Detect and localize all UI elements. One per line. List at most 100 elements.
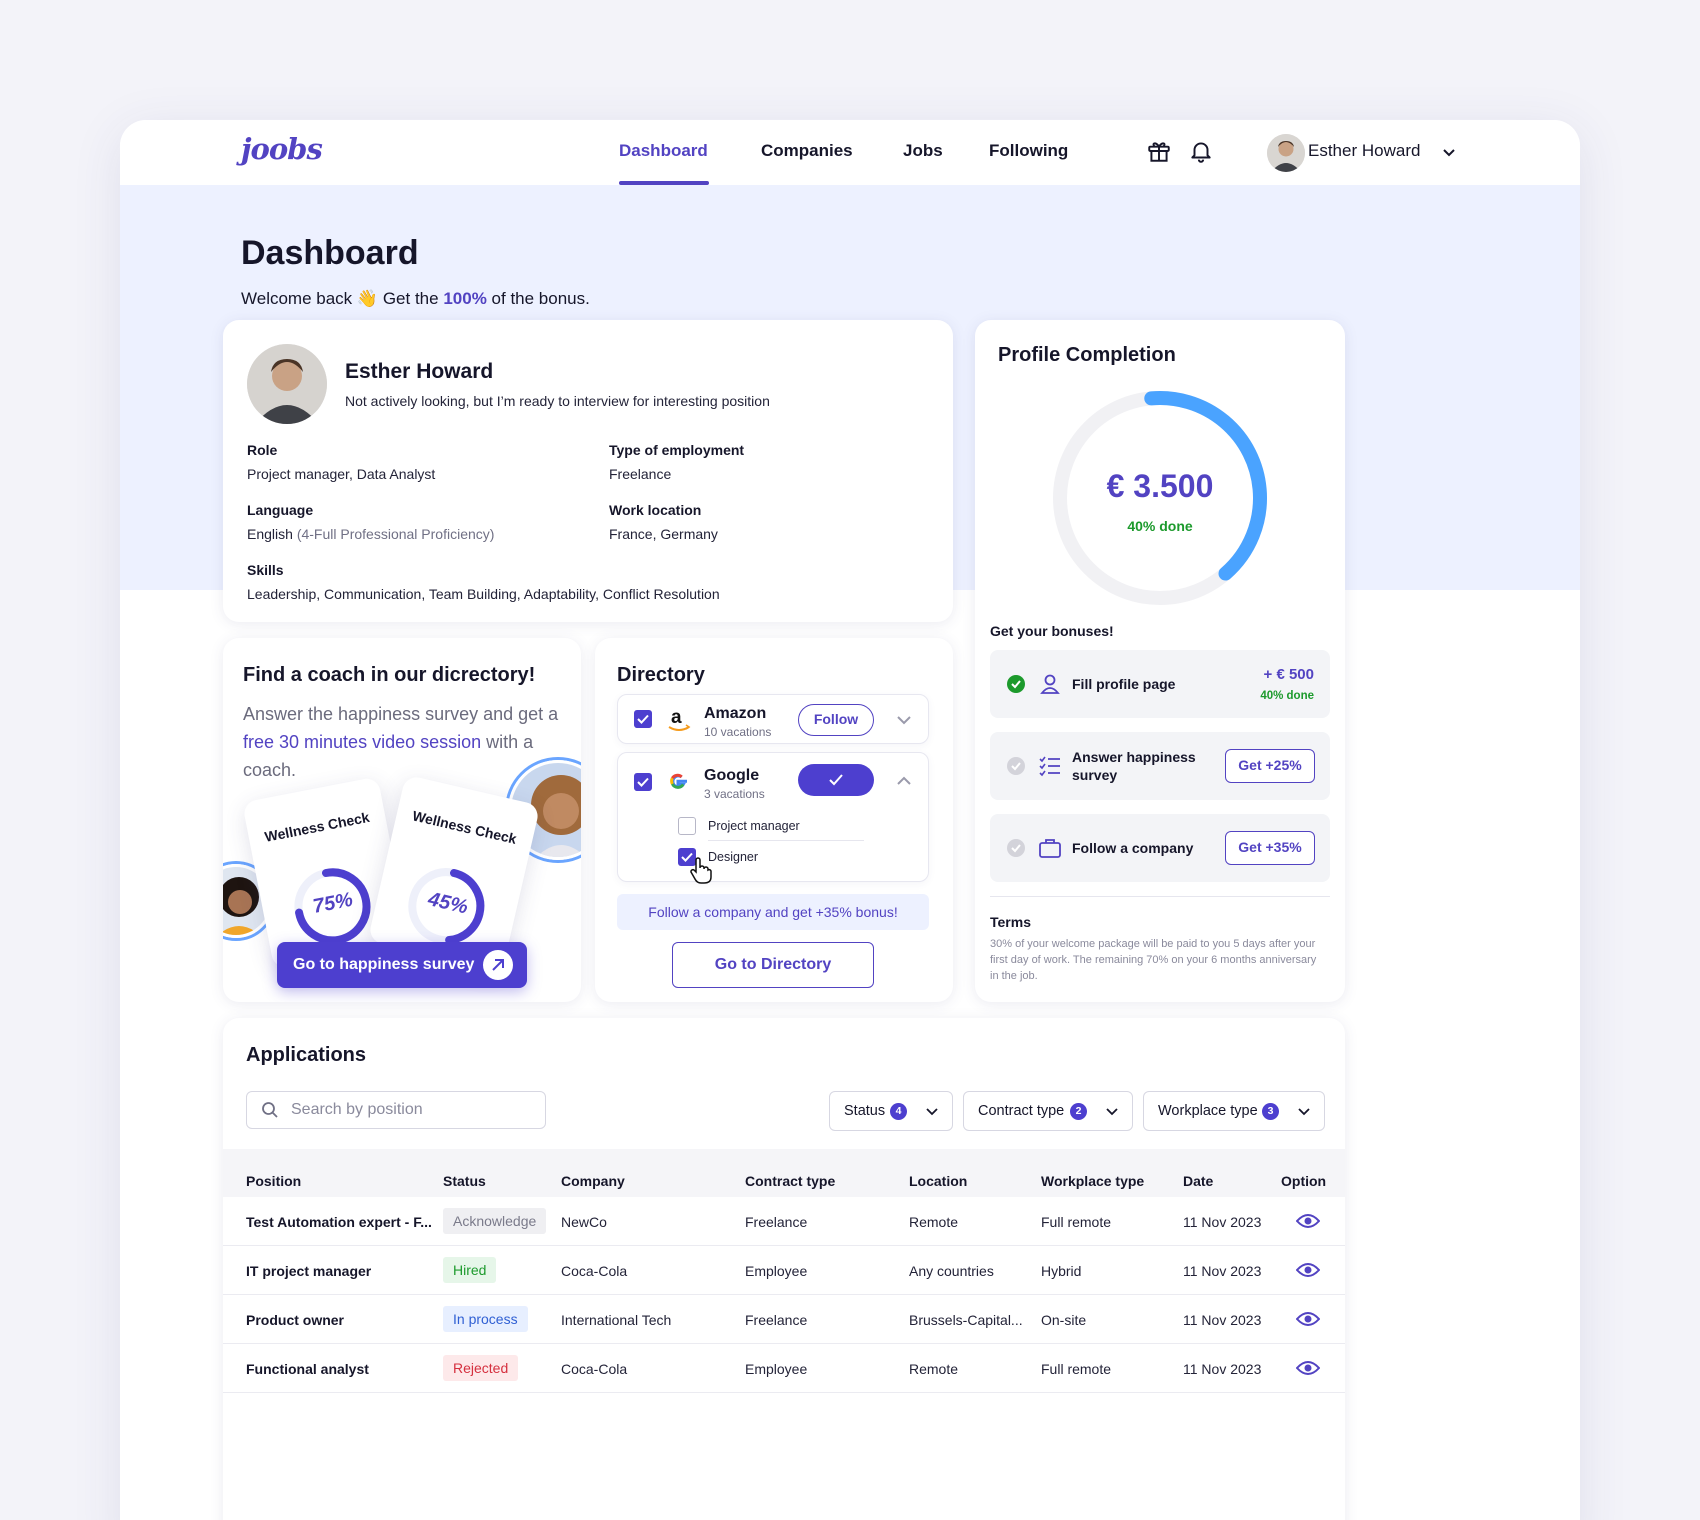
location-label: Work location bbox=[609, 502, 702, 518]
status-filter[interactable]: Status 4 bbox=[829, 1091, 953, 1131]
nav-dashboard[interactable]: Dashboard bbox=[619, 141, 708, 161]
column-position[interactable]: Position bbox=[246, 1173, 301, 1189]
check-icon bbox=[829, 774, 843, 786]
company-vacations: 3 vacations bbox=[704, 787, 765, 801]
directory-item-amazon: a Amazon 10 vacations Follow bbox=[617, 694, 929, 744]
employment-label: Type of employment bbox=[609, 442, 745, 458]
column-location[interactable]: Location bbox=[909, 1173, 967, 1189]
profile-status: Not actively looking, but I’m ready to i… bbox=[345, 393, 770, 409]
profile-name: Esther Howard bbox=[345, 360, 494, 383]
workplace-type-filter[interactable]: Workplace type 3 bbox=[1143, 1091, 1325, 1131]
nav-following[interactable]: Following bbox=[989, 141, 1068, 161]
cell-contract: Freelance bbox=[745, 1214, 808, 1230]
table-row[interactable]: Test Automation expert - F... Acknowledg… bbox=[223, 1197, 1345, 1246]
chevron-up-icon[interactable] bbox=[896, 775, 912, 787]
cell-company: NewCo bbox=[561, 1214, 607, 1230]
google-logo-icon bbox=[670, 773, 687, 789]
nav-jobs[interactable]: Jobs bbox=[903, 141, 943, 161]
company-name: Google bbox=[704, 767, 760, 784]
bonus-progress: 40% done bbox=[1260, 690, 1314, 702]
eye-icon[interactable] bbox=[1296, 1211, 1320, 1231]
logo[interactable]: joobs bbox=[241, 132, 323, 166]
check-circle-icon bbox=[1007, 757, 1025, 775]
column-status[interactable]: Status bbox=[443, 1173, 486, 1189]
contract-type-filter[interactable]: Contract type 2 bbox=[963, 1091, 1133, 1131]
nav-active-indicator bbox=[619, 181, 709, 185]
bonus-amount: + € 500 bbox=[1263, 666, 1314, 683]
skills-value: Leadership, Communication, Team Building… bbox=[247, 586, 720, 602]
nav-companies[interactable]: Companies bbox=[761, 141, 853, 161]
cell-position: Functional analyst bbox=[246, 1361, 369, 1377]
cell-company: International Tech bbox=[561, 1312, 672, 1328]
cell-company: Coca-Cola bbox=[561, 1263, 628, 1279]
bonus-fill-profile[interactable]: Fill profile page + € 500 40% done bbox=[990, 650, 1330, 718]
cell-workplace: On-site bbox=[1041, 1312, 1087, 1328]
cell-location: Remote bbox=[909, 1361, 959, 1377]
coach-video-link[interactable]: free 30 minutes video session bbox=[243, 732, 481, 752]
happiness-survey-button[interactable]: Go to happiness survey bbox=[277, 942, 527, 988]
profile-completion-card: Profile Completion € 3.500 40% done Get … bbox=[975, 320, 1345, 1002]
cell-date: 11 Nov 2023 bbox=[1183, 1361, 1262, 1377]
search-box[interactable] bbox=[246, 1091, 546, 1129]
cell-position: Test Automation expert - F... bbox=[246, 1214, 432, 1230]
location-value: France, Germany bbox=[609, 526, 718, 542]
language-label: Language bbox=[247, 502, 314, 518]
company-vacations: 10 vacations bbox=[704, 725, 772, 739]
table-row[interactable]: Functional analyst Rejected Coca-Cola Em… bbox=[223, 1344, 1345, 1393]
user-icon bbox=[1040, 674, 1060, 694]
cell-workplace: Full remote bbox=[1041, 1214, 1112, 1230]
follow-button[interactable]: Follow bbox=[798, 704, 874, 736]
status-badge: Rejected bbox=[443, 1355, 519, 1381]
welcome-text: Welcome back 👋 Get the 100% of the bonus… bbox=[241, 289, 590, 308]
column-option: Option bbox=[1281, 1173, 1327, 1189]
eye-icon[interactable] bbox=[1296, 1309, 1320, 1329]
search-icon bbox=[262, 1102, 278, 1118]
page-title: Dashboard bbox=[241, 234, 419, 272]
eye-icon[interactable] bbox=[1296, 1358, 1320, 1378]
wellness-card-title: Wellness Check bbox=[410, 807, 519, 847]
cell-contract: Freelance bbox=[745, 1312, 808, 1328]
cell-location: Any countries bbox=[909, 1263, 994, 1279]
check-circle-icon bbox=[1007, 675, 1025, 693]
employment-value: Freelance bbox=[609, 466, 672, 482]
completion-done: 40% done bbox=[1127, 518, 1193, 534]
chevron-down-icon bbox=[1298, 1108, 1310, 1116]
column-contract-type[interactable]: Contract type bbox=[745, 1173, 835, 1189]
search-input[interactable] bbox=[291, 1098, 531, 1122]
chevron-down-icon[interactable] bbox=[896, 714, 912, 726]
column-company[interactable]: Company bbox=[561, 1173, 625, 1189]
eye-icon[interactable] bbox=[1296, 1260, 1320, 1280]
user-avatar[interactable] bbox=[1267, 134, 1305, 172]
cell-date: 11 Nov 2023 bbox=[1183, 1263, 1262, 1279]
role-label: Role bbox=[247, 442, 278, 458]
briefcase-icon bbox=[1039, 839, 1061, 858]
following-button[interactable] bbox=[798, 764, 874, 796]
bonus-label: Follow a company bbox=[1072, 840, 1194, 856]
bonuses-title: Get your bonuses! bbox=[990, 623, 1114, 639]
cell-location: Remote bbox=[909, 1214, 959, 1230]
svg-text:a: a bbox=[671, 707, 682, 728]
table-row[interactable]: IT project manager Hired Coca-Cola Emplo… bbox=[223, 1246, 1345, 1295]
cell-position: Product owner bbox=[246, 1312, 345, 1328]
table-row[interactable]: Product owner In process International T… bbox=[223, 1295, 1345, 1344]
app-window: joobs Dashboard Companies Jobs Following… bbox=[120, 120, 1580, 1520]
chevron-down-icon[interactable] bbox=[1442, 148, 1456, 158]
role-checkbox-project-manager[interactable] bbox=[678, 817, 696, 835]
column-workplace-type[interactable]: Workplace type bbox=[1041, 1173, 1144, 1189]
cell-date: 11 Nov 2023 bbox=[1183, 1214, 1262, 1230]
divider bbox=[990, 896, 1330, 897]
wave-emoji: 👋 bbox=[356, 289, 379, 308]
get-25-button[interactable]: Get +25% bbox=[1225, 749, 1315, 783]
amazon-checkbox[interactable] bbox=[634, 710, 652, 728]
column-date[interactable]: Date bbox=[1183, 1173, 1213, 1189]
go-to-directory-button[interactable]: Go to Directory bbox=[672, 942, 874, 988]
directory-card: Directory a Amazon 10 vacations Follow G… bbox=[595, 638, 953, 1002]
google-checkbox[interactable] bbox=[634, 773, 652, 791]
status-badge: In process bbox=[443, 1306, 528, 1332]
bell-icon[interactable] bbox=[1188, 138, 1214, 164]
get-35-button[interactable]: Get +35% bbox=[1225, 831, 1315, 865]
filter-count-badge: 4 bbox=[890, 1103, 907, 1120]
bonus-label: Answer happiness survey bbox=[1072, 749, 1196, 783]
gift-icon[interactable] bbox=[1146, 138, 1172, 164]
user-name[interactable]: Esther Howard bbox=[1308, 141, 1420, 161]
